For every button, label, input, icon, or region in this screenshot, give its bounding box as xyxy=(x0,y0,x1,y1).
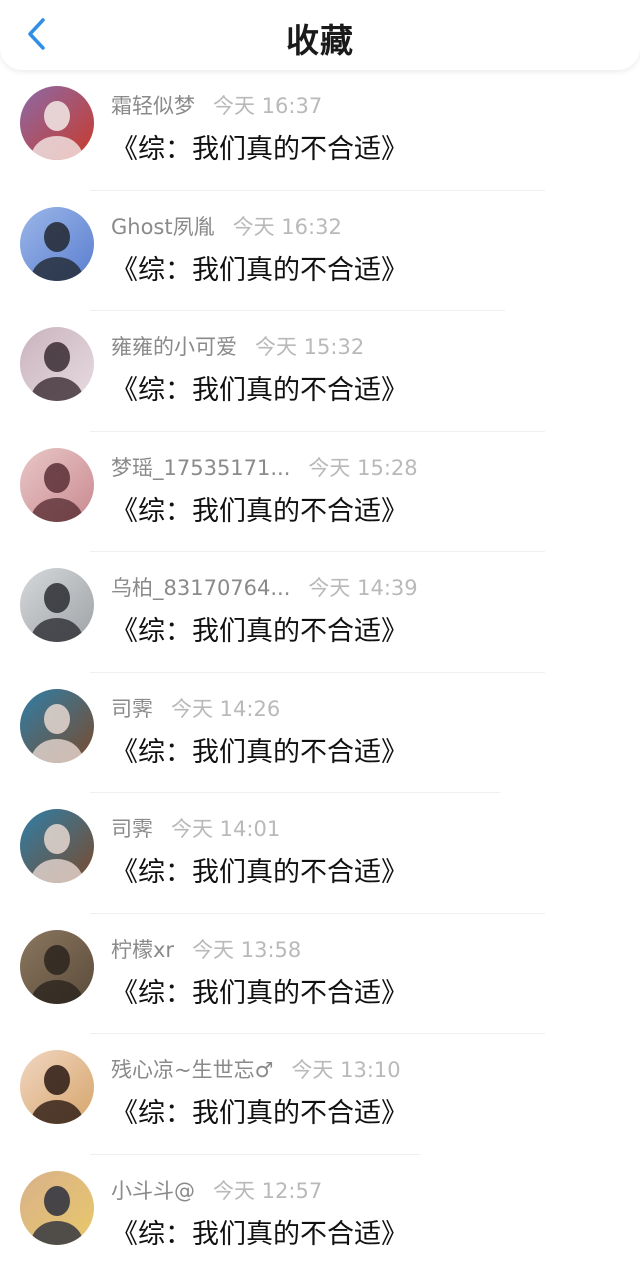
book-title[interactable]: 《综：我们真的不合适》 xyxy=(111,971,408,1010)
book-title[interactable]: 《综：我们真的不合适》 xyxy=(111,489,408,528)
timestamp: 今天 15:32 xyxy=(255,331,364,361)
list-item[interactable]: 小斗斗@ 今天 12:57 《综：我们真的不合适》 xyxy=(0,1155,640,1275)
user-name[interactable]: 霜轻似梦 xyxy=(111,90,195,120)
avatar[interactable] xyxy=(20,207,94,281)
user-name[interactable]: 残心凉~生世忘♂ xyxy=(111,1054,273,1084)
timestamp: 今天 15:28 xyxy=(308,452,417,482)
avatar[interactable] xyxy=(20,930,94,1004)
user-name[interactable]: 乌柏_83170764... xyxy=(111,572,290,602)
avatar[interactable] xyxy=(20,689,94,763)
page-title: 收藏 xyxy=(0,14,640,62)
timestamp: 今天 14:26 xyxy=(171,693,280,723)
timestamp: 今天 13:10 xyxy=(291,1054,400,1084)
book-title[interactable]: 《综：我们真的不合适》 xyxy=(111,730,408,769)
favorites-list: 霜轻似梦今天 16:37 《综：我们真的不合适》 Ghost夙胤今天 16:32 《综… xyxy=(0,70,640,1275)
book-title[interactable]: 《综：我们真的不合适》 xyxy=(111,850,408,889)
top-bar: 收藏 xyxy=(0,0,640,70)
book-title[interactable]: 《综：我们真的不合适》 xyxy=(111,1212,408,1251)
book-title[interactable]: 《综：我们真的不合适》 xyxy=(111,368,408,407)
list-item[interactable]: 乌柏_83170764... 今天 14:39 《综：我们真的不合适》 xyxy=(0,552,640,673)
item-meta: 霜轻似梦今天 16:37 xyxy=(111,90,322,120)
list-item[interactable]: 霜轻似梦今天 16:37 《综：我们真的不合适》 xyxy=(0,70,640,191)
book-title[interactable]: 《综：我们真的不合适》 xyxy=(111,1091,408,1130)
user-name[interactable]: 小斗斗@ xyxy=(111,1175,195,1205)
avatar[interactable] xyxy=(20,809,94,883)
item-meta: 司霁今天 14:26 xyxy=(111,693,280,723)
avatar[interactable] xyxy=(20,568,94,642)
user-name[interactable]: 柠檬xr xyxy=(111,934,174,964)
item-meta: 雍雍的小可爱今天 15:32 xyxy=(111,331,364,361)
user-name[interactable]: 梦瑶_17535171... xyxy=(111,452,290,482)
list-item[interactable]: 梦瑶_17535171... 今天 15:28 《综：我们真的不合适》 xyxy=(0,432,640,553)
user-name[interactable]: 司霁 xyxy=(111,693,153,723)
avatar[interactable] xyxy=(20,327,94,401)
book-title[interactable]: 《综：我们真的不合适》 xyxy=(111,609,408,648)
list-item[interactable]: 雍雍的小可爱今天 15:32 《综：我们真的不合适》 xyxy=(0,311,640,432)
timestamp: 今天 12:57 xyxy=(213,1175,322,1205)
user-name[interactable]: 司霁 xyxy=(111,813,153,843)
avatar[interactable] xyxy=(20,1050,94,1124)
timestamp: 今天 16:37 xyxy=(213,90,322,120)
item-meta: 柠檬xr 今天 13:58 xyxy=(111,934,301,964)
item-meta: 梦瑶_17535171... 今天 15:28 xyxy=(111,452,418,482)
book-title[interactable]: 《综：我们真的不合适》 xyxy=(111,248,408,287)
user-name[interactable]: 雍雍的小可爱 xyxy=(111,331,237,361)
item-meta: 残心凉~生世忘♂ 今天 13:10 xyxy=(111,1054,401,1084)
item-meta: 小斗斗@ 今天 12:57 xyxy=(111,1175,322,1205)
timestamp: 今天 13:58 xyxy=(192,934,301,964)
item-meta: 乌柏_83170764... 今天 14:39 xyxy=(111,572,418,602)
book-title[interactable]: 《综：我们真的不合适》 xyxy=(111,127,408,166)
list-item[interactable]: 残心凉~生世忘♂ 今天 13:10 《综：我们真的不合适》 xyxy=(0,1034,640,1155)
avatar[interactable] xyxy=(20,1171,94,1245)
list-item[interactable]: 司霁今天 14:01 《综：我们真的不合适》 xyxy=(0,793,640,914)
user-name[interactable]: Ghost夙胤 xyxy=(111,211,215,241)
timestamp: 今天 14:39 xyxy=(308,572,417,602)
list-item[interactable]: 柠檬xr 今天 13:58 《综：我们真的不合适》 xyxy=(0,914,640,1035)
timestamp: 今天 14:01 xyxy=(171,813,280,843)
list-item[interactable]: 司霁今天 14:26 《综：我们真的不合适》 xyxy=(0,673,640,794)
timestamp: 今天 16:32 xyxy=(233,211,342,241)
avatar[interactable] xyxy=(20,448,94,522)
avatar[interactable] xyxy=(20,86,94,160)
list-item[interactable]: Ghost夙胤今天 16:32 《综：我们真的不合适》 xyxy=(0,191,640,312)
item-meta: Ghost夙胤今天 16:32 xyxy=(111,211,342,241)
item-meta: 司霁今天 14:01 xyxy=(111,813,280,843)
